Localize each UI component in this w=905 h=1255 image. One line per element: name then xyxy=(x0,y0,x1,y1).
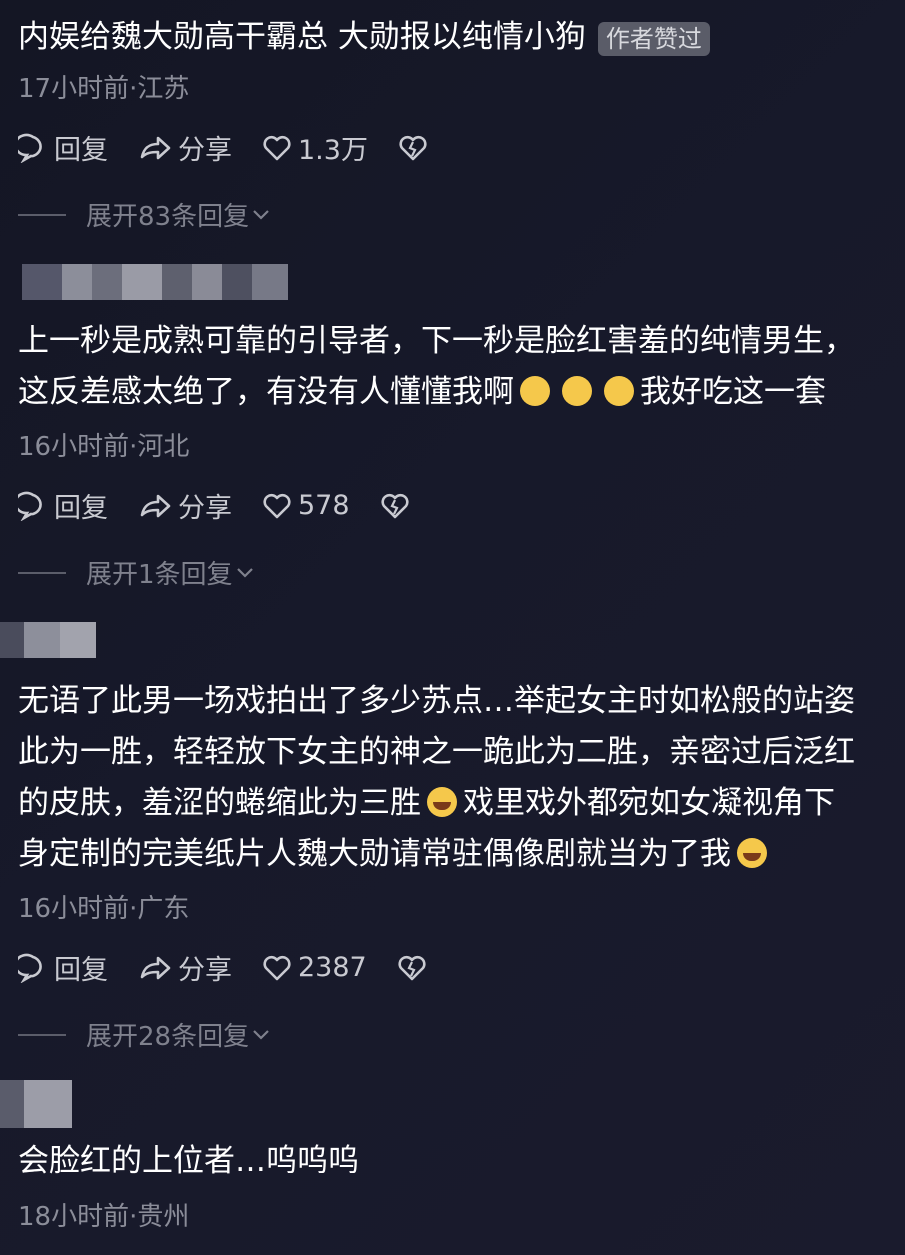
crying-face-emoji xyxy=(737,838,767,868)
comment-3-line-2: 此为一胜，轻轻放下女主的神之一跪此为二胜，亲密过后泛红 xyxy=(18,734,855,770)
divider xyxy=(18,1033,66,1036)
chevron-down-icon xyxy=(253,1029,269,1040)
share-arrow-icon xyxy=(140,494,171,517)
broken-heart-icon xyxy=(398,955,426,980)
speech-bubble-icon xyxy=(18,491,42,521)
heart-icon xyxy=(263,493,291,518)
comment-3-actions: 回复 分享 2387 xyxy=(18,948,463,987)
chevron-down-icon xyxy=(253,209,269,220)
comment-1: 内娱给魏大勋高干霸总 大勋报以纯情小狗 作者赞过 xyxy=(18,14,710,60)
blushing-face-emoji xyxy=(562,376,592,406)
reply-button[interactable]: 回复 xyxy=(18,486,108,525)
heart-icon xyxy=(263,955,291,980)
divider xyxy=(18,571,66,574)
blushing-face-emoji xyxy=(520,376,550,406)
comment-2-meta: 16小时前·河北 xyxy=(18,432,190,462)
heart-icon xyxy=(263,135,291,160)
comment-1-actions: 回复 分享 1.3万 xyxy=(18,128,464,167)
comment-2-line-2: 这反差感太绝了，有没有人懂懂我啊 我好吃这一套 xyxy=(18,374,826,410)
share-button[interactable]: 分享 xyxy=(138,948,232,987)
comment-3-meta: 16小时前·广东 xyxy=(18,894,190,924)
speech-bubble-icon xyxy=(18,133,42,163)
divider xyxy=(18,213,66,216)
comment-2-line-1: 上一秒是成熟可靠的引导者，下一秒是脸红害羞的纯情男生， xyxy=(18,323,855,359)
broken-heart-icon xyxy=(380,493,409,518)
comment-4-meta: 18小时前·贵州 xyxy=(18,1202,190,1232)
crying-face-emoji xyxy=(427,787,457,817)
like-button[interactable]: 578 xyxy=(262,490,350,521)
share-arrow-icon xyxy=(140,136,171,159)
comment-4-text: 会脸红的上位者…呜呜呜 xyxy=(18,1143,359,1179)
chevron-down-icon xyxy=(236,567,253,578)
comment-3-line-3: 的皮肤，羞涩的蜷缩此为三胜 戏里戏外都宛如女凝视角下 xyxy=(18,785,835,821)
blurred-username xyxy=(0,622,96,658)
comment-3-line-1: 无语了此男一场戏拍出了多少苏点…举起女主时如松般的站姿 xyxy=(18,683,855,719)
dislike-button[interactable] xyxy=(380,491,416,521)
dislike-button[interactable] xyxy=(397,953,433,983)
expand-replies-2[interactable]: 展开1条回复 xyxy=(18,554,255,591)
like-button[interactable]: 1.3万 xyxy=(262,128,368,167)
expand-replies-3[interactable]: 展开28条回复 xyxy=(18,1016,271,1053)
blurred-username xyxy=(0,1080,72,1128)
blushing-face-emoji xyxy=(604,376,634,406)
share-button[interactable]: 分享 xyxy=(138,486,232,525)
broken-heart-icon xyxy=(399,135,427,160)
share-button[interactable]: 分享 xyxy=(138,128,232,167)
comment-2-actions: 回复 分享 578 xyxy=(18,486,446,525)
reply-button[interactable]: 回复 xyxy=(18,128,108,167)
comment-1-text: 内娱给魏大勋高干霸总 大勋报以纯情小狗 xyxy=(18,19,586,55)
share-arrow-icon xyxy=(140,956,171,979)
speech-bubble-icon xyxy=(18,953,42,983)
like-button[interactable]: 2387 xyxy=(262,952,367,983)
reply-button[interactable]: 回复 xyxy=(18,948,108,987)
expand-replies-1[interactable]: 展开83条回复 xyxy=(18,196,271,233)
comment-1-meta: 17小时前·江苏 xyxy=(18,74,190,104)
blurred-username xyxy=(22,264,288,300)
author-liked-badge: 作者赞过 xyxy=(597,21,710,56)
dislike-button[interactable] xyxy=(398,133,434,163)
comment-3-line-4: 身定制的完美纸片人魏大勋请常驻偶像剧就当为了我 xyxy=(18,831,773,877)
